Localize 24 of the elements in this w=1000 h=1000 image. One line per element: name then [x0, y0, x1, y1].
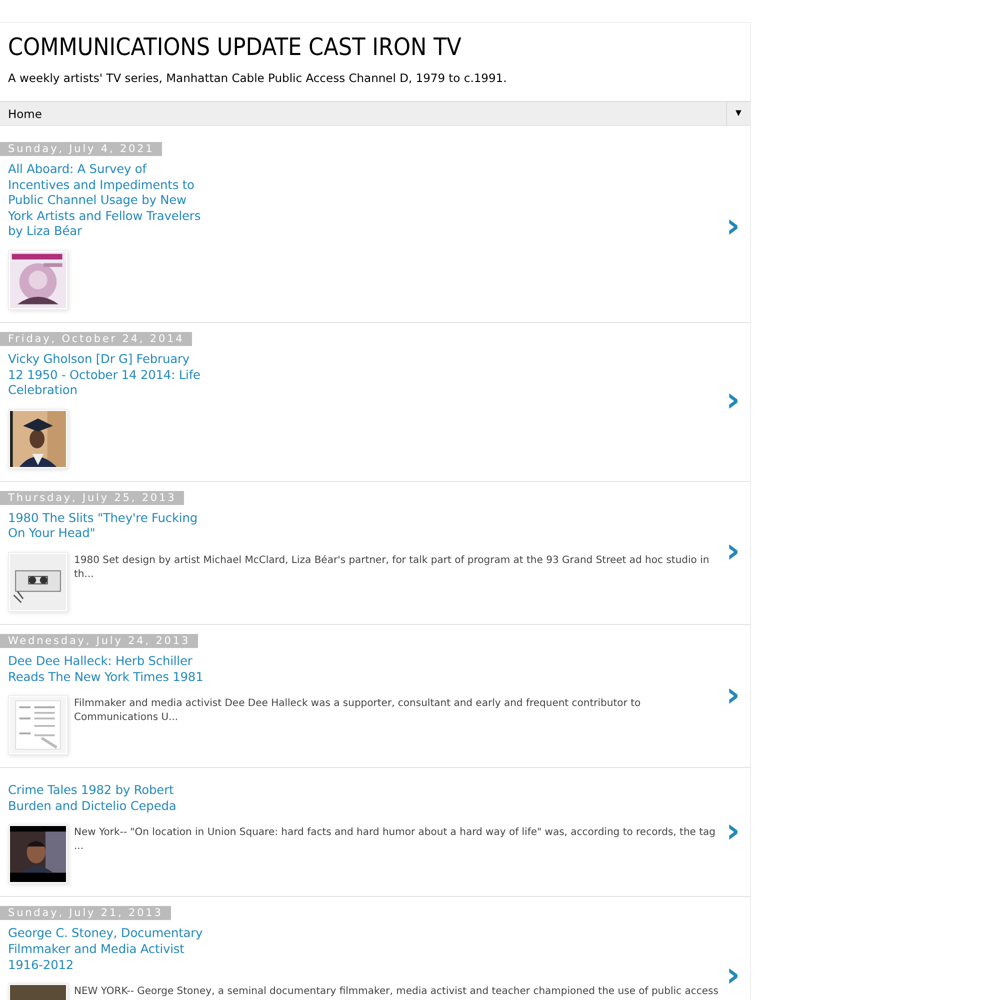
post-date: Wednesday, July 24, 2013 — [0, 634, 198, 648]
next-arrow[interactable]: › — [726, 537, 740, 566]
post-title-link[interactable]: Dee Dee Halleck: Herb Schiller Reads The New York Times 1981 — [8, 654, 208, 686]
next-arrow[interactable]: › — [726, 386, 740, 414]
post-date: Sunday, July 21, 2013 — [0, 906, 171, 920]
next-arrow[interactable]: › — [726, 212, 740, 240]
post-title-link[interactable]: Crime Tales 1982 by Robert Burden and Dictelio Cepeda — [8, 783, 208, 814]
next-arrow[interactable]: › — [726, 960, 740, 989]
post-title-link[interactable]: George C. Stoney, Documentary Filmmaker and Media Activist 1916-2012 — [8, 926, 208, 974]
blog-description: A weekly artists' TV series, Manhattan Cable Public Access Channel D, 1979 to c.1991. — [8, 71, 508, 85]
post-title-link[interactable]: Vicky Gholson [Dr G] February 12 1950 - October 14 2014: Life Celebration — [8, 352, 208, 399]
post-snippet: Filmmaker and media activist Dee Dee Halleck was a supporter, consultant and early and frequent contributor to Communications U... — [74, 697, 642, 726]
post-date: Thursday, July 25, 2013 — [0, 490, 184, 505]
home-link[interactable]: Home — [8, 106, 42, 120]
post-snippet: New York-- "On location in Union Square: hard facts and hard humor about a hard way of life" was, according to records, the tag ... — [74, 826, 717, 854]
post-date: Sunday, July 4, 2021 — [0, 142, 162, 156]
post-title-link[interactable]: All Aboard: A Survey of Incentives and Impediments to Public Channel Usage by New York Artists and Fellow Travelers by Liza Béar — [8, 162, 208, 240]
next-arrow[interactable]: › — [726, 816, 740, 845]
next-arrow[interactable]: › — [726, 680, 740, 709]
blog-title: COMMUNICATIONS UPDATE CAST IRON TV — [8, 33, 462, 61]
post-snippet: NEW YORK-- George Stoney, a seminal documentary filmmaker, media activist and teacher championed the use of public access — [74, 985, 720, 1000]
post-snippet: 1980 Set design by artist Michael McClard, Liza Béar's partner, for talk part of program at the 93 Grand Street ad hoc studio in th... — [74, 554, 710, 582]
post-date: Friday, October 24, 2014 — [0, 332, 192, 346]
post-title-link[interactable]: 1980 The Slits "They're Fucking On Your Head" — [8, 510, 208, 542]
